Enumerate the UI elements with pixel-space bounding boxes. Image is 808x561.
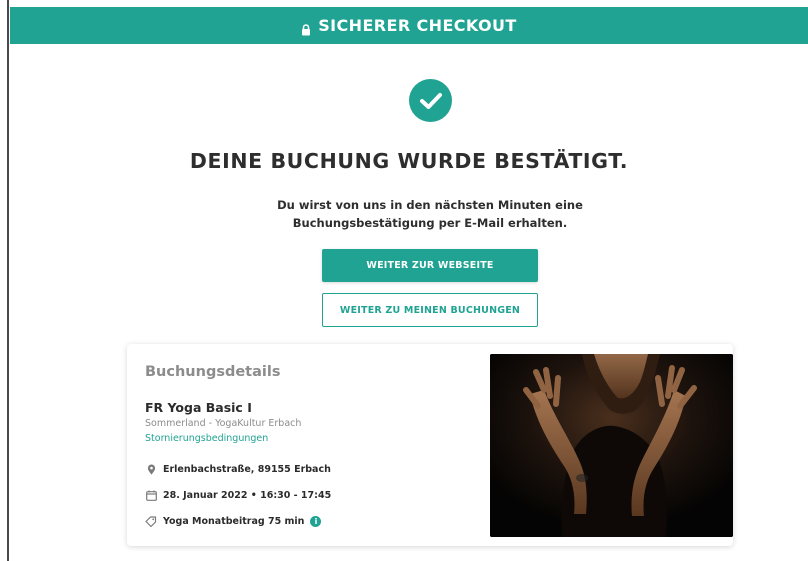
address-text: Erlenbachstraße, 89155 Erbach (163, 463, 331, 475)
check-circle-icon (409, 79, 452, 122)
booking-details-card: Buchungsdetails FR Yoga Basic I Sommerla… (127, 344, 733, 546)
address-row: Erlenbachstraße, 89155 Erbach (145, 463, 331, 475)
datetime-text: 28. Januar 2022 • 16:30 - 17:45 (163, 489, 332, 501)
price-tag-icon (145, 515, 157, 527)
continue-to-bookings-button[interactable]: WEITER ZU MEINEN BUCHUNGEN (322, 293, 538, 327)
window-frame-left (0, 0, 9, 561)
booking-details-heading: Buchungsdetails (145, 364, 281, 380)
map-pin-icon (145, 463, 157, 475)
tariff-row: Yoga Monatbeitrag 75 min i (145, 515, 322, 527)
confirmation-message-line-1: Du wirst von uns in den nächsten Minuten… (277, 198, 583, 212)
continue-to-website-button[interactable]: WEITER ZUR WEBSEITE (322, 249, 538, 282)
datetime-row: 28. Januar 2022 • 16:30 - 17:45 (145, 489, 331, 501)
window-frame-top (0, 0, 808, 7)
lock-icon (301, 21, 311, 35)
tariff-text: Yoga Monatbeitrag 75 min (163, 515, 305, 527)
confirmation-title: DEINE BUCHUNG WURDE BESTÄTIGT. (189, 149, 629, 173)
confirmation-message-line-2: Buchungsbestätigung per E-Mail erhalten. (292, 216, 568, 230)
header-title: SICHERER CHECKOUT (318, 16, 517, 35)
calendar-icon (145, 489, 157, 501)
confirmation-message: Du wirst von uns in den nächsten Minuten… (250, 196, 610, 232)
checkout-header: SICHERER CHECKOUT (10, 7, 808, 44)
course-photo (490, 354, 733, 537)
course-name: FR Yoga Basic I (145, 400, 252, 415)
info-icon[interactable]: i (310, 515, 322, 527)
cancellation-policy-link[interactable]: Stornierungsbedingungen (145, 433, 268, 444)
studio-location: Sommerland - YogaKultur Erbach (145, 418, 302, 429)
